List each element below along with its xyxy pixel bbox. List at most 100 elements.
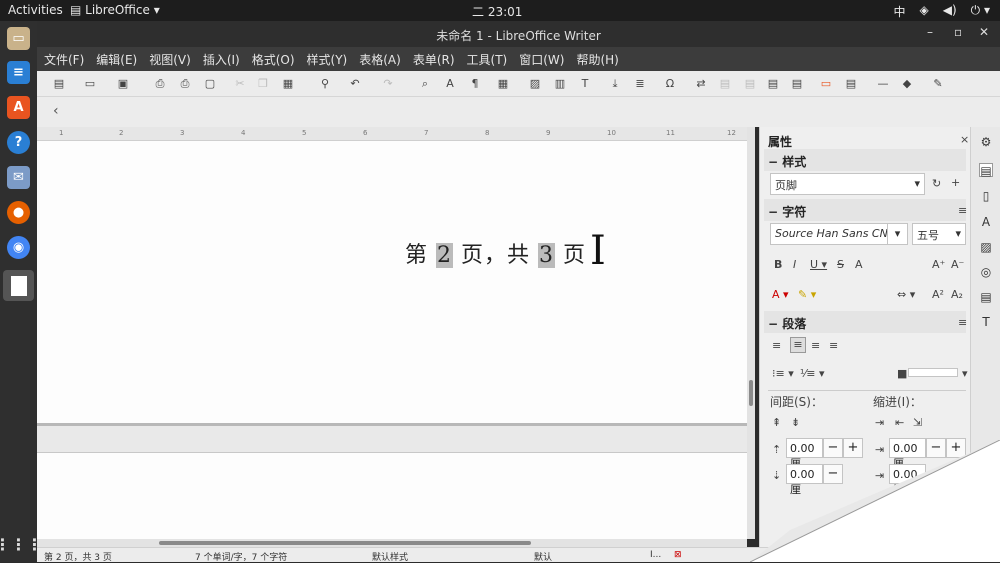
endnote-icon[interactable]: ▤ <box>742 76 758 91</box>
navigator-tab-icon[interactable]: ◎ <box>979 265 993 279</box>
align-left-icon[interactable]: ≡ <box>772 339 781 352</box>
mail-icon[interactable]: ✉ <box>7 166 30 189</box>
page-tab-icon[interactable]: ▯ <box>979 189 993 203</box>
menu-edit[interactable]: 编辑(E) <box>96 51 137 68</box>
page-count-status[interactable]: 第 2 页，共 3 页 <box>44 550 112 563</box>
volume-icon[interactable]: ◀) <box>943 3 957 20</box>
cut-icon[interactable]: ✂ <box>232 76 248 91</box>
menu-help[interactable]: 帮助(H) <box>576 51 618 68</box>
shadow-icon[interactable]: A <box>855 258 863 271</box>
strikethrough-icon[interactable]: S <box>837 258 844 271</box>
find-replace-icon[interactable]: ⌕ <box>417 76 433 91</box>
spelling-icon[interactable]: A <box>442 76 458 91</box>
menu-styles[interactable]: 样式(Y) <box>307 51 348 68</box>
subscript-icon[interactable]: A₂ <box>951 288 963 301</box>
superscript-icon[interactable]: A² <box>932 288 944 301</box>
update-style-icon[interactable]: ↻ <box>932 177 941 190</box>
hanging-indent-icon[interactable]: ⇲ <box>913 416 922 429</box>
app-menu[interactable]: ▤ LibreOffice ▾ <box>70 3 160 17</box>
paragraph-more-icon[interactable]: ≡ <box>958 316 967 329</box>
formatting-marks-icon[interactable]: ¶ <box>467 76 483 91</box>
styles-header[interactable]: − 样式 <box>768 153 806 170</box>
chrome-icon[interactable]: ◉ <box>7 236 30 259</box>
menu-form[interactable]: 表单(R) <box>413 51 455 68</box>
background-color-swatch[interactable] <box>908 368 958 377</box>
document-page-footer-area[interactable]: 第 2 页，共 3 页 I <box>37 141 747 423</box>
page-style-status[interactable]: 默认样式 <box>372 550 408 563</box>
power-icon[interactable]: ⏻ ▾ <box>971 3 990 20</box>
word-count-status[interactable]: 7 个单词/字，7 个字符 <box>195 550 287 563</box>
next-page-area[interactable] <box>37 453 747 539</box>
paste-icon[interactable]: ▦ <box>280 76 296 91</box>
underline-icon[interactable]: U ▾ <box>810 258 827 271</box>
paragraph-header[interactable]: − 段落 <box>768 315 806 332</box>
software-center-icon[interactable]: A <box>7 96 30 119</box>
open-folder-icon[interactable]: ▭ <box>82 76 98 91</box>
network-icon[interactable]: ◈ <box>920 3 929 20</box>
language-status[interactable]: 默认 <box>534 550 552 563</box>
insert-image-icon[interactable]: ▨ <box>527 76 543 91</box>
insert-mode-status[interactable]: I... <box>650 550 661 560</box>
increase-spacing-icon[interactable]: ⇞ <box>772 416 781 429</box>
styles-tab-icon[interactable]: A <box>979 215 993 229</box>
increase-indent-icon[interactable]: ⇥ <box>875 416 884 429</box>
font-size-select[interactable]: 五号 ▾ <box>912 223 966 245</box>
close-icon[interactable]: ✕ <box>979 25 989 39</box>
footer-page-text[interactable]: 第 2 页，共 3 页 <box>405 237 586 269</box>
manage-changes-tab-icon[interactable]: ▤ <box>979 290 993 304</box>
comment-icon[interactable]: ▭ <box>818 76 834 91</box>
clock[interactable]: 二 23:01 <box>472 3 522 20</box>
input-method-indicator[interactable]: 中 <box>893 3 905 20</box>
redo-icon[interactable]: ↷ <box>380 76 396 91</box>
decrease-font-icon[interactable]: A⁻ <box>951 258 964 271</box>
numbering-icon[interactable]: ⅟≡ ▾ <box>800 367 824 380</box>
print-icon[interactable]: ⎙ <box>177 76 193 91</box>
italic-icon[interactable]: I <box>793 258 796 271</box>
minimize-icon[interactable]: – <box>927 25 933 39</box>
sidebar-close-icon[interactable]: × <box>960 133 969 146</box>
chevron-down-icon[interactable]: ▾ <box>962 367 968 380</box>
font-name-dropdown-icon[interactable]: ▾ <box>887 223 908 245</box>
export-pdf-icon[interactable]: ⎙ <box>152 76 168 91</box>
page-break-icon[interactable]: ⤓ <box>607 76 623 91</box>
maximize-icon[interactable]: ▫ <box>954 25 962 39</box>
special-character-icon[interactable]: Ω <box>662 76 678 91</box>
hyperlink-icon[interactable]: ⇄ <box>693 76 709 91</box>
page-number-field[interactable]: 2 <box>436 243 453 268</box>
new-document-icon[interactable]: ▤ <box>51 76 67 91</box>
horizontal-ruler[interactable]: 2 3 4 5 6 7 8 9 10 11 12 1 <box>37 127 749 141</box>
horizontal-scrollbar[interactable] <box>37 539 747 547</box>
menu-table[interactable]: 表格(A) <box>359 51 401 68</box>
bold-icon[interactable]: B <box>774 258 782 271</box>
justify-icon[interactable]: ≡ <box>829 339 838 352</box>
system-tray[interactable]: 中 ◈ ◀) ⏻ ▾ <box>893 3 990 20</box>
sidebar-settings-icon[interactable]: ⚙ <box>979 135 993 149</box>
highlight-color-icon[interactable]: ✎ ▾ <box>798 288 816 301</box>
insert-field-icon[interactable]: ≣ <box>632 76 648 91</box>
activities-button[interactable]: Activities <box>8 3 63 17</box>
insert-table-icon[interactable]: ▦ <box>495 76 511 91</box>
menu-format[interactable]: 格式(O) <box>252 51 295 68</box>
bookmark-icon[interactable]: ▤ <box>765 76 781 91</box>
menu-window[interactable]: 窗口(W) <box>519 51 564 68</box>
decrease-indent-icon[interactable]: ⇤ <box>895 416 904 429</box>
character-more-icon[interactable]: ≡ <box>958 204 967 217</box>
save-icon[interactable]: ▣ <box>115 76 131 91</box>
menu-tools[interactable]: 工具(T) <box>467 51 508 68</box>
print-preview-icon[interactable]: ▢ <box>202 76 218 91</box>
character-header[interactable]: − 字符 <box>768 203 806 220</box>
align-right-icon[interactable]: ≡ <box>811 339 820 352</box>
clone-format-icon[interactable]: ⚲ <box>317 76 333 91</box>
copy-icon[interactable]: ❐ <box>255 76 271 91</box>
footnote-icon[interactable]: ▤ <box>717 76 733 91</box>
increase-font-icon[interactable]: A⁺ <box>932 258 945 271</box>
track-changes-icon[interactable]: ▤ <box>843 76 859 91</box>
decrease-spacing-icon[interactable]: ⇟ <box>791 416 800 429</box>
help-icon[interactable]: ? <box>7 131 30 154</box>
show-apps-icon[interactable]: ⋮⋮⋮ <box>0 533 43 556</box>
background-color-icon[interactable]: ■ <box>897 367 907 380</box>
undo-icon[interactable]: ↶ <box>347 76 363 91</box>
writer-icon[interactable]: ≡ <box>7 61 30 84</box>
menu-view[interactable]: 视图(V) <box>149 51 191 68</box>
page-count-field[interactable]: 3 <box>538 243 555 268</box>
